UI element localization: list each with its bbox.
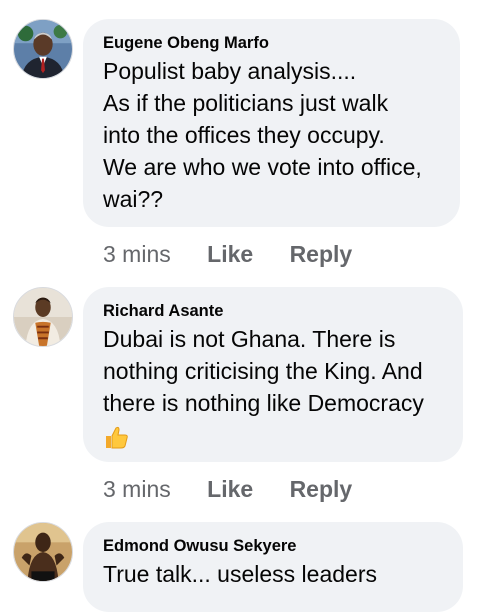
comment-text-line: wai?? <box>103 186 164 212</box>
comment-text-line: True talk... useless leaders <box>103 561 377 587</box>
avatar[interactable] <box>13 522 73 582</box>
comment-timestamp[interactable]: 3 mins <box>103 240 171 268</box>
comment-text: Populist baby analysis.... As if the pol… <box>103 55 440 215</box>
profile-photo-icon <box>14 523 72 581</box>
thumbs-up-icon <box>106 426 128 449</box>
comment-text-line: there is nothing like Democracy <box>103 390 424 416</box>
comment-author[interactable]: Edmond Owusu Sekyere <box>103 536 443 556</box>
comment-text-line: nothing criticising the King. And <box>103 358 423 384</box>
comment-actions: 3 mins Like Reply <box>103 475 352 503</box>
comment-bubble: Richard Asante Dubai is not Ghana. There… <box>83 287 463 462</box>
comment-text-line: Populist baby analysis.... <box>103 58 357 84</box>
avatar[interactable] <box>13 19 73 79</box>
like-button[interactable]: Like <box>207 475 253 503</box>
profile-photo-icon <box>14 20 72 78</box>
comment-text-line: Dubai is not Ghana. There is <box>103 326 396 352</box>
comment-actions: 3 mins Like Reply <box>103 240 352 268</box>
comment-author[interactable]: Eugene Obeng Marfo <box>103 33 440 53</box>
like-button[interactable]: Like <box>207 240 253 268</box>
comment-bubble: Eugene Obeng Marfo Populist baby analysi… <box>83 19 460 227</box>
comment-text: True talk... useless leaders <box>103 558 443 590</box>
comment-text-line: into the offices they occupy. <box>103 122 385 148</box>
avatar[interactable] <box>13 287 73 347</box>
comment-text: Dubai is not Ghana. There is nothing cri… <box>103 323 443 451</box>
profile-photo-icon <box>14 288 72 346</box>
reply-button[interactable]: Reply <box>290 475 353 503</box>
comment-text-line: We are who we vote into office, <box>103 154 422 180</box>
comment-bubble: Edmond Owusu Sekyere True talk... useles… <box>83 522 463 612</box>
comment-text-line: As if the politicians just walk <box>103 90 389 116</box>
reply-button[interactable]: Reply <box>290 240 353 268</box>
comment-author[interactable]: Richard Asante <box>103 301 443 321</box>
comment-timestamp[interactable]: 3 mins <box>103 475 171 503</box>
thumbs-up-emoji-line <box>103 419 443 451</box>
